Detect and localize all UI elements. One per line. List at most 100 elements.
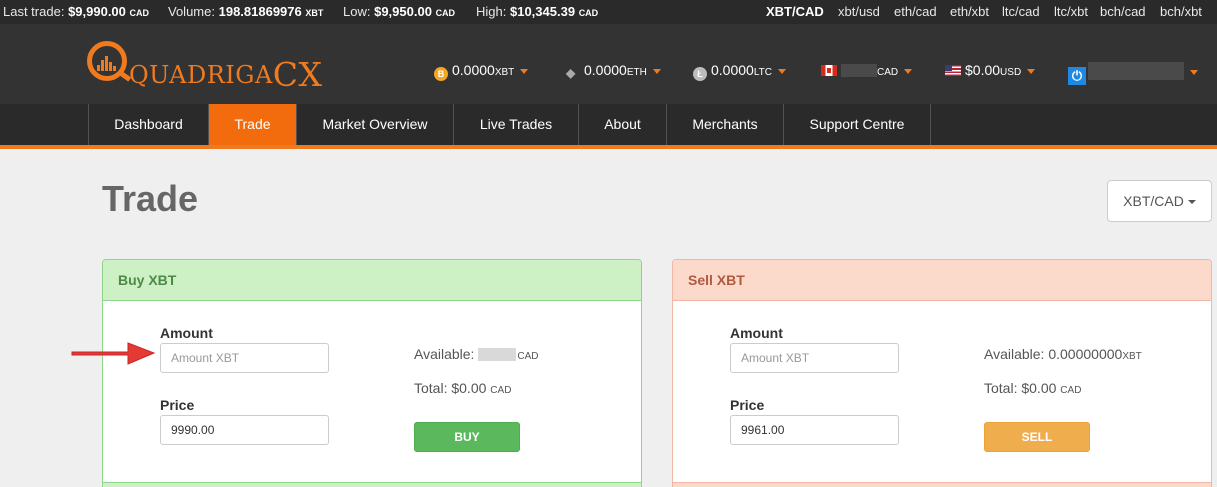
low-stat: Low: $9,950.00 CAD [343,4,455,19]
pair-link-bch-cad[interactable]: bch/cad [1100,4,1146,19]
sell-panel: Sell XBT Amount Price Available: 0.00000… [672,259,1212,487]
canada-flag-icon [821,65,837,76]
buy-available: Available: CAD [414,346,538,362]
sell-button[interactable]: SELL [984,422,1090,452]
sell-total-label: Total: [984,380,1018,396]
site-header: QUADRIGACX B 0.0000XBT ◆ 0.0000ETH Ł 0.0000… [0,24,1217,104]
sell-total-value: $0.00 [1021,380,1057,396]
low-value: $9,950.00 [374,4,432,19]
pair-selector-label: XBT/CAD [1123,193,1184,209]
pair-link-eth-cad[interactable]: eth/cad [894,4,937,19]
chevron-down-icon [1190,69,1198,75]
sell-amount-label: Amount [730,325,783,341]
pair-link-xbt-cad[interactable]: XBT/CAD [766,4,824,19]
buy-button[interactable]: BUY [414,422,520,452]
chevron-down-icon [520,68,529,74]
balance-eth-dropdown[interactable]: ◆ 0.0000ETH [566,62,661,80]
sell-available-value: 0.00000000 [1048,346,1123,362]
buy-amount-input[interactable] [160,343,329,373]
sell-amount-input[interactable] [730,343,899,373]
balance-xbt-dropdown[interactable]: B 0.0000XBT [434,62,529,81]
tab-about[interactable]: About [578,104,666,145]
tab-trade[interactable]: Trade [208,104,296,145]
pair-link-xbt-usd[interactable]: xbt/usd [838,4,880,19]
sell-available-unit: XBT [1122,351,1142,362]
balance-usd-dropdown[interactable]: $0.00USD [945,62,1036,78]
buy-total-value: $0.00 [451,380,487,396]
high-stat: High: $10,345.39 CAD [476,4,598,19]
buy-panel: Buy XBT Amount Price Available: CAD Tota… [102,259,642,487]
main-nav: Dashboard Trade Market Overview Live Tra… [0,104,1217,145]
tab-support-centre[interactable]: Support Centre [783,104,930,145]
bitcoin-icon: B [434,67,448,81]
pair-link-ltc-cad[interactable]: ltc/cad [1002,4,1040,19]
nav-accent-line [0,145,1217,149]
pair-selector-dropdown[interactable]: XBT/CAD [1107,180,1212,222]
sell-total-unit: CAD [1060,385,1082,396]
low-label: Low: [343,4,371,19]
buy-price-input[interactable] [160,415,329,445]
sell-price-input[interactable] [730,415,899,445]
sell-panel-header: Sell XBT [673,260,1211,301]
pair-link-eth-xbt[interactable]: eth/xbt [950,4,989,19]
tab-merchants[interactable]: Merchants [666,104,783,145]
last-trade-value: $9,990.00 [68,4,126,19]
redacted-available-value [478,348,517,361]
tab-live-trades[interactable]: Live Trades [453,104,578,145]
balance-ltc-value: 0.0000 [711,62,754,78]
buy-amount-label: Amount [160,325,213,341]
quadrigacx-logo[interactable]: QUADRIGACX [87,41,322,94]
tab-dashboard[interactable]: Dashboard [88,104,208,145]
buy-price-label: Price [160,397,195,413]
high-unit: CAD [578,8,599,18]
annotation-arrow-icon [71,342,156,365]
sell-price-label: Price [730,397,765,413]
volume-stat: Volume: 198.81869976 XBT [168,4,323,19]
buy-total-label: Total: [414,380,448,396]
buy-total: Total: $0.00 CAD [414,380,511,396]
balance-cad-unit: CAD [877,67,899,78]
logo-text: QUADRIGA [129,61,273,89]
balance-eth-value: 0.0000 [584,62,627,78]
tab-market-overview[interactable]: Market Overview [296,104,453,145]
pair-link-ltc-xbt[interactable]: ltc/xbt [1054,4,1088,19]
pair-link-bch-xbt[interactable]: bch/xbt [1160,4,1202,19]
chevron-down-icon [904,68,913,74]
balance-xbt-value: 0.0000 [452,62,495,78]
power-icon: ⏻ [1068,67,1086,85]
sell-total: Total: $0.00 CAD [984,380,1081,396]
balance-xbt-unit: XBT [494,67,515,78]
redacted-username [1088,62,1184,80]
chevron-down-icon [1187,200,1196,205]
sell-panel-footer [673,482,1211,487]
ether-icon: ◆ [566,66,576,80]
balance-ltc-unit: LTC [753,67,772,78]
balance-eth-unit: ETH [626,67,647,78]
buy-total-unit: CAD [490,385,512,396]
buy-available-label: Available: [414,346,475,362]
account-dropdown[interactable]: ⏻ [1068,62,1198,85]
volume-value: 198.81869976 [218,4,302,19]
buy-available-unit: CAD [517,351,539,362]
buy-panel-header: Buy XBT [103,260,641,301]
litecoin-icon: Ł [693,67,707,81]
balance-ltc-dropdown[interactable]: Ł 0.0000LTC [693,62,786,81]
usa-flag-icon [945,65,961,76]
high-label: High: [476,4,507,19]
logo-wordmark: QUADRIGACX [129,52,323,94]
buy-panel-footer [103,482,641,487]
redacted-balance [841,64,877,77]
chevron-down-icon [1027,68,1036,74]
ticker-bar: Last trade: $9,990.00 CAD Volume: 198.81… [0,0,1217,24]
last-trade-stat: Last trade: $9,990.00 CAD [3,4,149,19]
logo-suffix: CX [272,55,323,94]
volume-label: Volume: [168,4,215,19]
balance-cad-dropdown[interactable]: CAD [821,62,913,78]
last-trade-unit: CAD [129,8,150,18]
sell-available: Available: 0.00000000XBT [984,346,1142,362]
low-unit: CAD [435,8,456,18]
sell-available-label: Available: [984,346,1045,362]
high-value: $10,345.39 [509,4,576,19]
last-trade-label: Last trade: [3,4,65,19]
page-title: Trade [102,178,199,219]
